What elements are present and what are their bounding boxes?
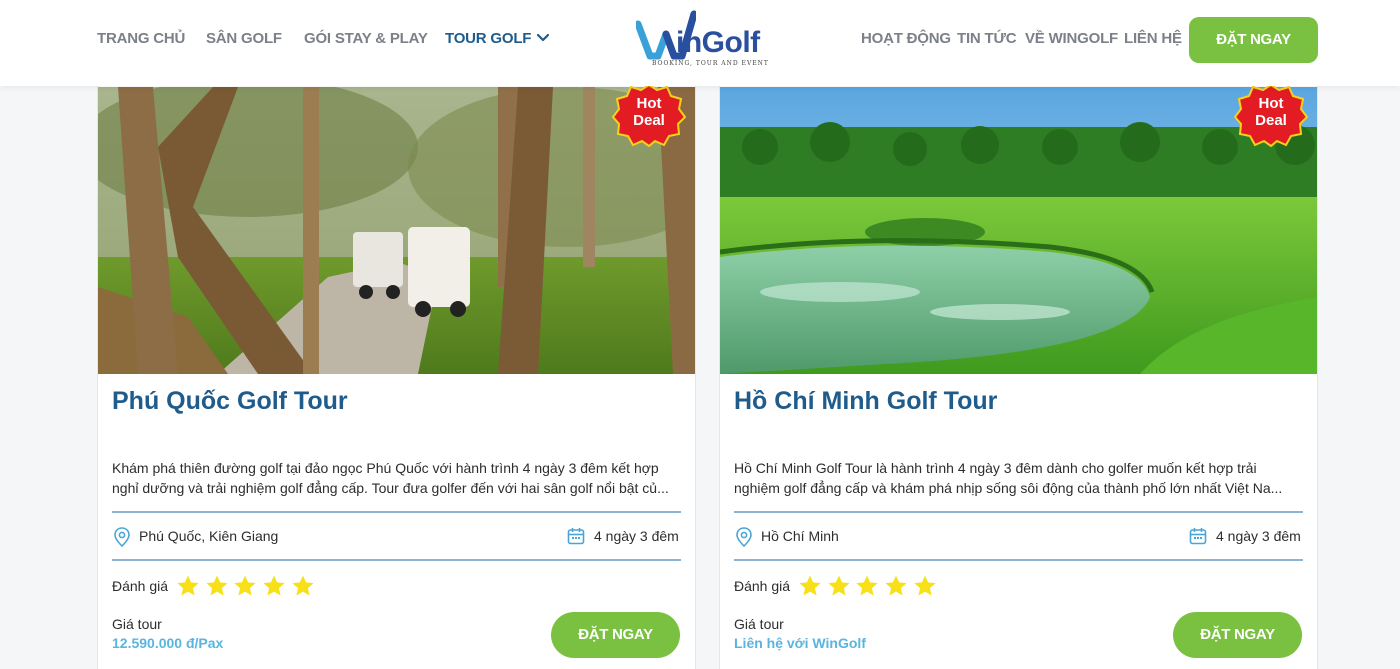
tour-image-lake-golf-course[interactable] [720, 87, 1317, 374]
nav-item-activities[interactable]: HOẠT ĐỘNG [861, 30, 951, 47]
nav-item-stay-play[interactable]: GÓI STAY & PLAY [304, 30, 428, 47]
tour-image-forest-golf-carts[interactable] [98, 87, 695, 374]
location-pin-icon [736, 527, 752, 547]
tour-card-ho-chi-minh[interactable]: Hot Deal Hồ Chí Minh Golf Tour Hồ Chí Min… [719, 60, 1318, 669]
tour-title[interactable]: Phú Quốc Golf Tour [112, 387, 348, 416]
star-icon [206, 575, 228, 596]
calendar-icon [567, 528, 585, 545]
logo-wordmark: inGolf [676, 26, 760, 59]
star-icon [263, 575, 285, 596]
tour-description: Khám phá thiên đường golf tại đảo ngọc P… [112, 460, 669, 496]
divider [112, 559, 681, 561]
star-icon [856, 575, 878, 596]
tour-description: Hồ Chí Minh Golf Tour là hành trình 4 ng… [734, 460, 1283, 496]
star-icon [914, 575, 936, 596]
price-label: Giá tour [112, 616, 162, 632]
nav-item-tour-golf[interactable]: TOUR GOLF [445, 30, 550, 47]
tour-location: Hồ Chí Minh [761, 528, 839, 544]
price-value: Liên hệ với WinGolf [734, 635, 866, 651]
star-icon [292, 575, 314, 596]
logo-tagline: BOOKING, TOUR AND EVENT [652, 60, 769, 67]
hot-deal-badge: Hot Deal [611, 83, 687, 148]
calendar-icon [1189, 528, 1207, 545]
tour-duration: 4 ngày 3 đêm [1216, 528, 1301, 544]
book-now-button[interactable]: ĐẶT NGAY [551, 612, 680, 658]
golf-forest-photo [98, 87, 695, 374]
nav-item-golf-courses[interactable]: SÂN GOLF [206, 30, 282, 47]
price-label: Giá tour [734, 616, 784, 632]
location-pin-icon [114, 527, 130, 547]
book-now-button[interactable]: ĐẶT NGAY [1173, 612, 1302, 658]
nav-item-about[interactable]: VỀ WINGOLF [1025, 30, 1118, 47]
price-value: 12.590.000 đ/Pax [112, 635, 224, 651]
rating-stars [176, 574, 319, 603]
header-book-now-button[interactable]: ĐẶT NGAY [1189, 17, 1318, 63]
golf-lake-photo [720, 87, 1317, 374]
star-icon [234, 575, 256, 596]
tour-title[interactable]: Hồ Chí Minh Golf Tour [734, 387, 997, 416]
star-icon [177, 575, 199, 596]
star-icon [828, 575, 850, 596]
tour-location: Phú Quốc, Kiên Giang [139, 528, 279, 544]
wingolf-logo[interactable]: inGolf BOOKING, TOUR AND EVENT [636, 8, 782, 72]
nav-item-contact[interactable]: LIÊN HỆ [1124, 30, 1182, 47]
tour-card-phu-quoc[interactable]: Hot Deal Phú Quốc Golf Tour Khám phá thiê… [97, 60, 696, 669]
rating-label: Đánh giá [112, 578, 169, 594]
rating-stars [798, 574, 941, 603]
nav-item-home[interactable]: TRANG CHỦ [97, 30, 185, 47]
tour-duration: 4 ngày 3 đêm [594, 528, 679, 544]
rating-label: Đánh giá [734, 578, 791, 594]
divider [734, 559, 1303, 561]
hot-deal-badge: Hot Deal [1233, 83, 1309, 148]
chevron-down-icon [537, 33, 550, 41]
star-icon [885, 575, 907, 596]
divider [734, 511, 1303, 513]
divider [112, 511, 681, 513]
star-icon [799, 575, 821, 596]
nav-item-news[interactable]: TIN TỨC [957, 30, 1017, 47]
site-header: TRANG CHỦ SÂN GOLF GÓI STAY & PLAY TOUR … [0, 0, 1400, 86]
nav-item-tour-golf-label: TOUR GOLF [445, 30, 532, 47]
